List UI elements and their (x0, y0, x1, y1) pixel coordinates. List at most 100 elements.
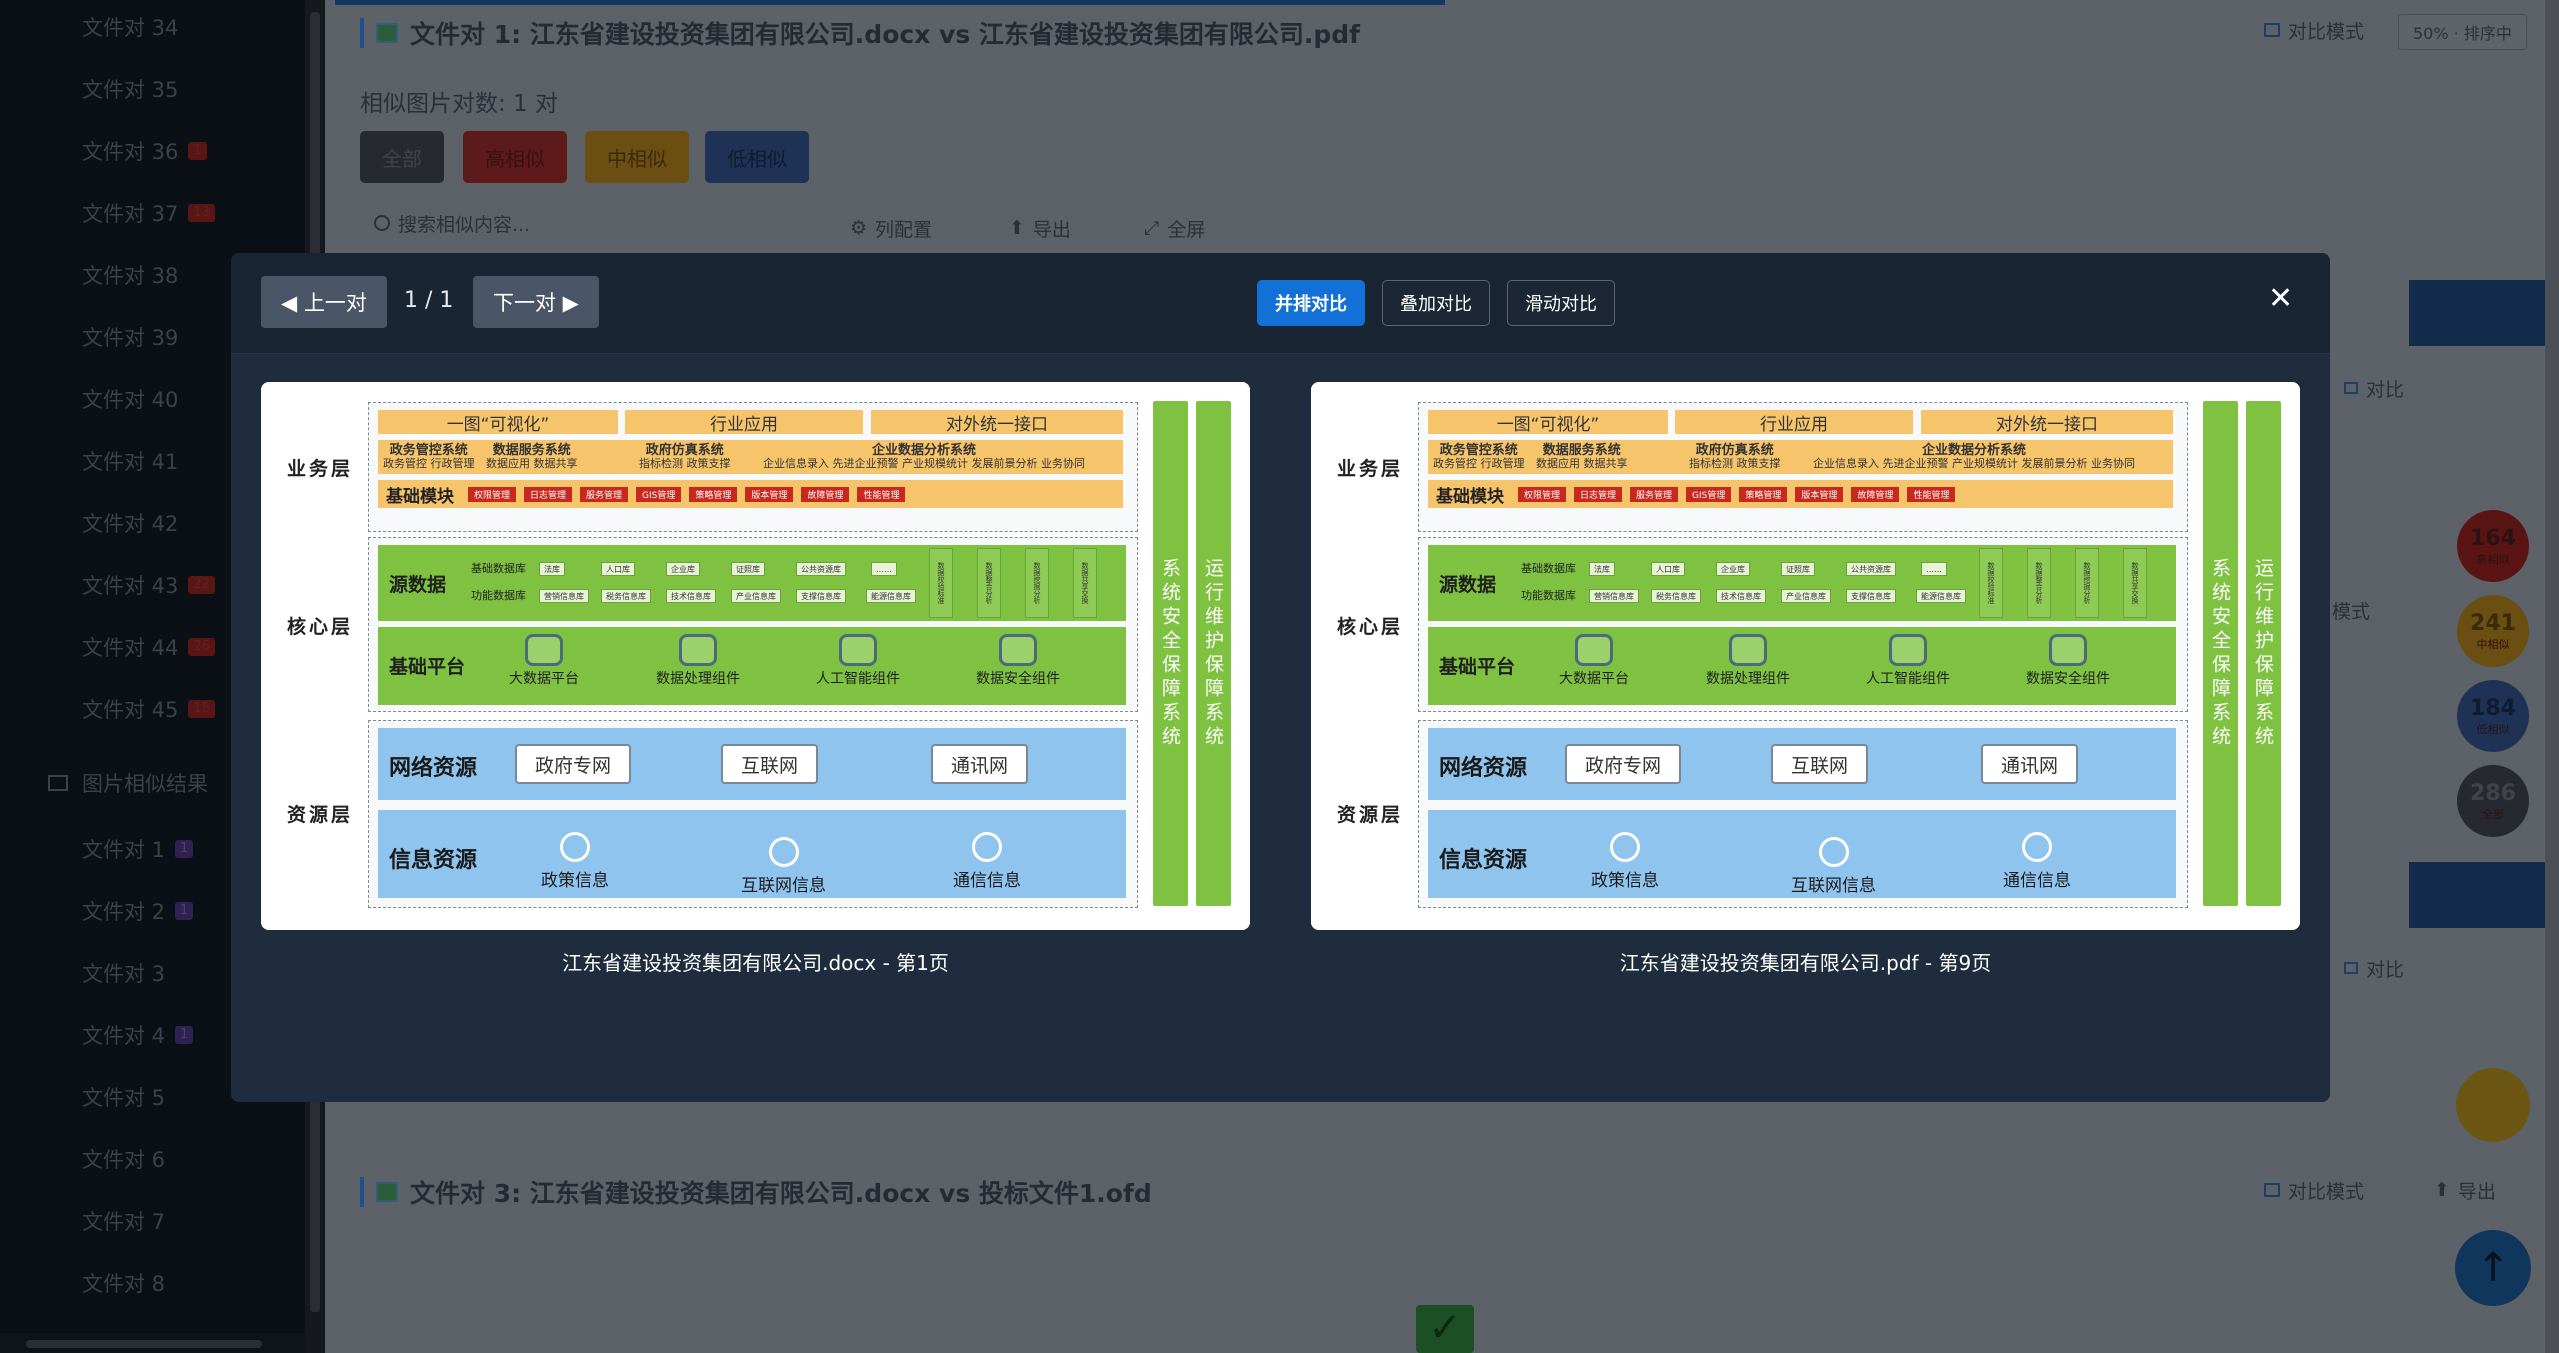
export-button[interactable]: ⬆ 导出 (995, 210, 1085, 246)
sidebar-item[interactable]: 文件对 36 1 (82, 136, 207, 166)
sidebar-item[interactable]: 文件对 42 (82, 508, 178, 538)
platform-label: 数据处理组件 (1706, 671, 1790, 687)
sidebar-item[interactable]: 文件对 1 1 (82, 834, 194, 864)
left-image[interactable]: 业务层 核心层 资源层 一图“可视化” 行业应用 对外统一接口 政务管控系统 政务… (261, 382, 1250, 930)
right-image[interactable]: 业务层 核心层 资源层 一图“可视化” 行业应用 对外统一接口 政务管控系统 政务… (1311, 382, 2300, 930)
system-item: 企业数据分析系统 企业信息录入 先进企业预警 产业规模统计 发展前景分析 业务协同 (763, 444, 1085, 470)
stat-label: 高相似 (2476, 552, 2510, 566)
sidebar-item-label: 文件对 40 (82, 388, 179, 412)
fullscreen-button[interactable]: ⤢ 全屏 (1130, 210, 1219, 246)
sidebar-item[interactable]: 文件对 34 (82, 12, 178, 42)
system-title: 数据服务系统 (492, 443, 571, 458)
filter-all-button[interactable]: 全部 (360, 131, 444, 183)
system-title: 数据服务系统 (1542, 443, 1621, 458)
sidebar-item[interactable]: 文件对 41 (82, 446, 178, 476)
sidebar-item[interactable]: 文件对 8 (82, 1268, 165, 1298)
sidebar-item-label: 文件对 4 (82, 1024, 166, 1048)
section-label: 图片相似结果 (82, 772, 208, 796)
sidebar-item[interactable]: 文件对 39 (82, 322, 178, 352)
db-chip: 证照库 (1781, 562, 1815, 576)
architecture-diagram: 业务层 核心层 资源层 一图“可视化” 行业应用 对外统一接口 政务管控系统 政务… (1311, 382, 2300, 930)
info-label: 通信信息 (953, 871, 1021, 891)
compare-icon (2344, 382, 2358, 394)
func-chip: 营销信息库 (539, 589, 589, 603)
filter-medium-button[interactable]: 中相似 (585, 131, 689, 183)
process-chip: 数据共享交换 (1073, 548, 1097, 618)
title-accent-bar (360, 18, 364, 48)
process-chip: 数据挖掘分析 (1025, 548, 1049, 618)
floating-action-button[interactable] (2456, 1068, 2530, 1142)
arrow-up-icon: ↑ (2476, 1245, 2510, 1291)
process-chip: 数据挖掘分析 (2075, 548, 2099, 618)
cloud-icon (839, 634, 877, 666)
export-icon: ⬆ (2434, 1179, 2450, 1201)
top-tab: 对外统一接口 (871, 410, 1123, 435)
compare-button[interactable]: 对比 (2330, 370, 2418, 406)
monitor-icon (999, 634, 1037, 666)
sidebar-item[interactable]: 文件对 5 (82, 1082, 165, 1112)
next-pair-button[interactable]: 下一对 ▶ (473, 276, 599, 328)
export-button[interactable]: ⬆ 导出 (2420, 1172, 2510, 1208)
stat-value: 184 (2470, 695, 2516, 721)
sidebar-item[interactable]: 文件对 44 26 (82, 632, 215, 662)
sidebar-item[interactable]: 文件对 43 22 (82, 570, 215, 600)
sidebar-item[interactable]: 文件对 7 (82, 1206, 165, 1236)
platform-label: 大数据平台 (509, 671, 579, 687)
func-chip: 支撑信息库 (796, 589, 846, 603)
column-config-button[interactable]: ⚙ 列配置 (836, 210, 946, 246)
sidebar-item[interactable]: 文件对 45 15 (82, 694, 215, 724)
compare-mode-button[interactable]: 对比模式 (2250, 1172, 2378, 1208)
button-label: 列配置 (875, 218, 933, 241)
top-tab: 行业应用 (625, 410, 863, 435)
info-item: 政策信息 (541, 832, 609, 891)
filter-high-button[interactable]: 高相似 (463, 131, 567, 183)
sidebar-item[interactable]: 文件对 37 13 (82, 198, 215, 228)
compare-button[interactable]: 对比 (2330, 950, 2418, 986)
sidebar-item[interactable]: 文件对 38 (82, 260, 178, 290)
scrollbar-thumb[interactable] (26, 1340, 262, 1348)
sidebar-item[interactable]: 文件对 6 (82, 1144, 165, 1174)
close-icon[interactable]: ✕ (2268, 281, 2293, 316)
search-input[interactable]: 搜索相似内容... (360, 205, 820, 241)
system-sub: 数据应用 数据共享 (486, 457, 578, 470)
slide-compare-button[interactable]: 滑动对比 (1507, 280, 1615, 326)
func-chip: 技术信息库 (666, 589, 716, 603)
system-title: 政府仿真系统 (1695, 443, 1774, 458)
func-chip: 产业信息库 (1781, 589, 1831, 603)
system-title: 企业数据分析系统 (1921, 443, 2026, 458)
network-chip: 互联网 (1771, 744, 1869, 784)
sidebar-section-image-similarity[interactable]: 图片相似结果 (48, 768, 208, 798)
module-chip: 日志管理 (1574, 486, 1623, 502)
info-item: 通信信息 (2003, 832, 2071, 891)
platform-item: 人工智能组件 (816, 634, 900, 688)
info-resource-label: 信息资源 (389, 848, 478, 873)
page-scrollbar[interactable] (2545, 0, 2559, 1353)
image-icon (48, 775, 68, 791)
db-chip: 企业库 (1716, 562, 1750, 576)
sidebar-item[interactable]: 文件对 3 (82, 958, 165, 988)
prev-pair-button[interactable]: ◀ 上一对 (261, 276, 387, 328)
sidebar-item[interactable]: 文件对 2 1 (82, 896, 194, 926)
system-title: 政务管控系统 (389, 443, 468, 458)
compare-mode-button[interactable]: 对比模式 (2250, 12, 2378, 48)
system-item: 政务管控系统 政务管控 行政管理 (1433, 444, 1525, 470)
source-data-block (378, 545, 1126, 621)
sidebar-item[interactable]: 文件对 35 (82, 74, 178, 104)
filter-low-button[interactable]: 低相似 (705, 131, 809, 183)
maintenance-system-bar: 运行维护保障系统 (1196, 401, 1231, 906)
module-chip: 性能管理 (857, 486, 906, 502)
count-badge: 1 (188, 142, 207, 160)
sidebar-item[interactable]: 文件对 40 (82, 384, 178, 414)
process-chip: 数据整合分析 (977, 548, 1001, 618)
func-chip: 能源信息库 (866, 589, 916, 603)
security-system-bar: 系统安全保障系统 (1153, 401, 1188, 906)
overlay-compare-button[interactable]: 叠加对比 (1382, 280, 1490, 326)
info-label: 政策信息 (1591, 871, 1659, 891)
scroll-to-top-button[interactable]: ↑ (2455, 1230, 2531, 1306)
export-icon: ⬆ (1009, 217, 1025, 239)
side-by-side-button[interactable]: 并排对比 (1257, 280, 1365, 326)
sidebar-item[interactable]: 文件对 41 (82, 1020, 194, 1050)
progress-label: 50% · 排序中 (2413, 24, 2512, 43)
right-image-caption: 江东省建设投资集团有限公司.pdf - 第9页 (1619, 951, 1992, 975)
sidebar-horizontal-scrollbar[interactable] (0, 1333, 305, 1353)
